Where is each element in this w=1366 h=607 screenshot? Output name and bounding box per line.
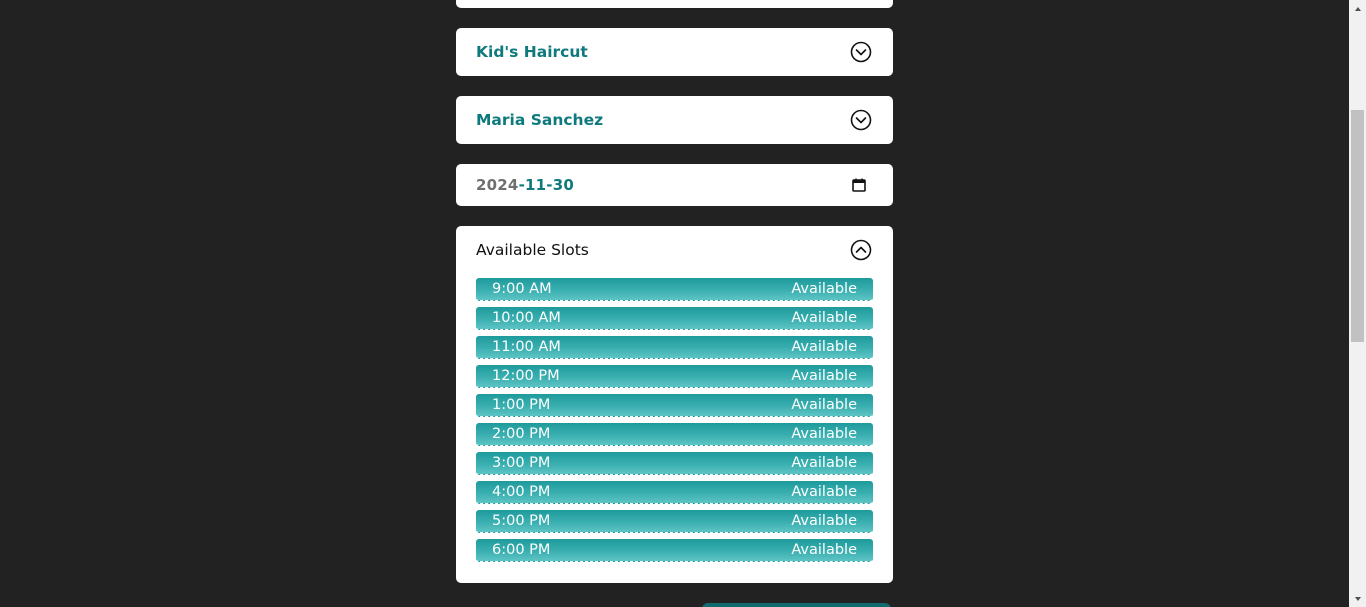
- slot-status: Available: [791, 368, 857, 384]
- time-slot[interactable]: 3:00 PM Available: [476, 452, 873, 475]
- slot-status: Available: [791, 310, 857, 326]
- slot-status: Available: [791, 426, 857, 442]
- previous-field-card[interactable]: [456, 0, 893, 8]
- slot-status: Available: [791, 542, 857, 558]
- time-slot[interactable]: 6:00 PM Available: [476, 539, 873, 562]
- submit-button[interactable]: [702, 603, 891, 607]
- time-slot[interactable]: 9:00 AM Available: [476, 278, 873, 301]
- date-field-value[interactable]: 2024-11-30: [476, 176, 574, 194]
- slot-time: 9:00 AM: [492, 281, 552, 297]
- date-year[interactable]: 2024: [476, 176, 519, 194]
- slot-time: 3:00 PM: [492, 455, 551, 471]
- service-select-value: Kid's Haircut: [476, 43, 588, 61]
- time-slot[interactable]: 1:00 PM Available: [476, 394, 873, 417]
- slot-status: Available: [791, 484, 857, 500]
- time-slot[interactable]: 10:00 AM Available: [476, 307, 873, 330]
- time-slot[interactable]: 12:00 PM Available: [476, 365, 873, 388]
- time-slot[interactable]: 11:00 AM Available: [476, 336, 873, 359]
- slot-time: 2:00 PM: [492, 426, 551, 442]
- slot-time: 1:00 PM: [492, 397, 551, 413]
- slot-time: 10:00 AM: [492, 310, 561, 326]
- stylist-select-value: Maria Sanchez: [476, 111, 604, 129]
- slots-title: Available Slots: [476, 241, 589, 259]
- booking-page: Kid's Haircut Maria Sanchez 2024-11-30 A…: [0, 0, 1366, 607]
- date-month-day[interactable]: -11-30: [519, 176, 574, 194]
- slot-status: Available: [791, 281, 857, 297]
- slot-status: Available: [791, 397, 857, 413]
- chevron-up-icon[interactable]: [850, 239, 872, 261]
- chevron-down-icon[interactable]: [850, 41, 872, 63]
- time-slot[interactable]: 5:00 PM Available: [476, 510, 873, 533]
- scroll-down-arrow-icon[interactable]: [1349, 590, 1366, 607]
- time-slot[interactable]: 4:00 PM Available: [476, 481, 873, 504]
- available-slots-panel: Available Slots 9:00 AM Available 10:00 …: [456, 226, 893, 583]
- date-field[interactable]: 2024-11-30: [456, 164, 893, 206]
- slot-list: 9:00 AM Available 10:00 AM Available 11:…: [476, 278, 873, 568]
- scrollbar-thumb[interactable]: [1351, 110, 1364, 342]
- calendar-icon[interactable]: [851, 177, 867, 193]
- chevron-down-icon[interactable]: [850, 109, 872, 131]
- slot-time: 4:00 PM: [492, 484, 551, 500]
- service-select[interactable]: Kid's Haircut: [456, 28, 893, 76]
- time-slot[interactable]: 2:00 PM Available: [476, 423, 873, 446]
- slot-status: Available: [791, 513, 857, 529]
- vertical-scrollbar[interactable]: [1349, 0, 1366, 607]
- slot-time: 12:00 PM: [492, 368, 560, 384]
- slot-time: 11:00 AM: [492, 339, 561, 355]
- stylist-select[interactable]: Maria Sanchez: [456, 96, 893, 144]
- scroll-up-arrow-icon[interactable]: [1349, 0, 1366, 17]
- slot-status: Available: [791, 339, 857, 355]
- slot-time: 5:00 PM: [492, 513, 551, 529]
- slot-time: 6:00 PM: [492, 542, 551, 558]
- slot-status: Available: [791, 455, 857, 471]
